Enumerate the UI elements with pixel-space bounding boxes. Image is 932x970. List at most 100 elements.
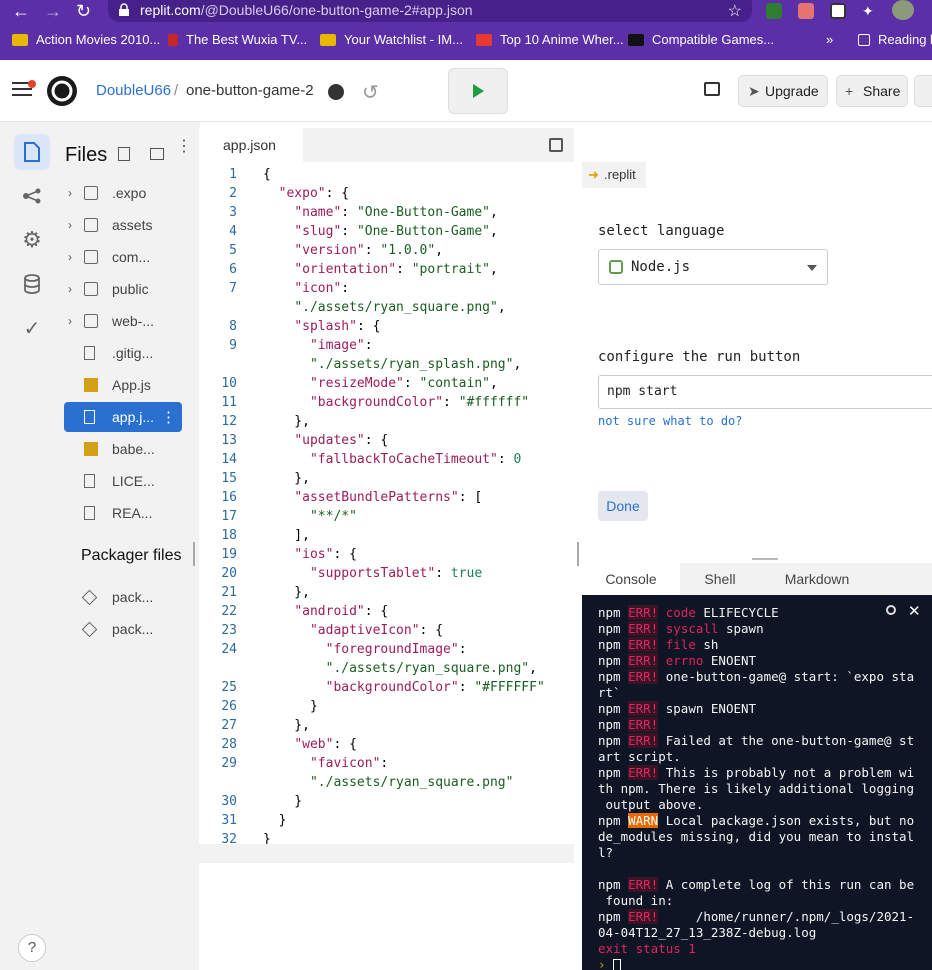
close-icon[interactable]: ✕ bbox=[908, 602, 921, 620]
line-text: "./assets/ryan_square.png" bbox=[309, 775, 514, 790]
reload-icon[interactable]: ↻ bbox=[76, 0, 91, 22]
search-icon[interactable] bbox=[886, 605, 896, 615]
file-name: app.j... bbox=[112, 409, 155, 425]
new-file-icon[interactable] bbox=[118, 147, 130, 161]
bookmarks-overflow[interactable]: » bbox=[826, 32, 833, 47]
line-text: "**/*" bbox=[309, 509, 357, 524]
star-icon[interactable]: ☆ bbox=[728, 1, 742, 21]
file-name: web-... bbox=[112, 313, 155, 329]
file-tree-item[interactable]: › .expo bbox=[64, 178, 184, 208]
line-number: 25 bbox=[221, 680, 237, 695]
run-button[interactable] bbox=[448, 68, 508, 114]
line-text: "foregroundImage": bbox=[325, 642, 467, 657]
tab-app-json[interactable]: app.json bbox=[199, 128, 303, 162]
log-level-badge: ERR! bbox=[628, 637, 659, 652]
username-link[interactable]: DoubleU66 bbox=[96, 82, 171, 99]
new-folder-icon[interactable] bbox=[150, 148, 164, 160]
history-icon[interactable]: ↺ bbox=[362, 80, 379, 105]
terminal-output[interactable]: ✕ npm ERR! code ELIFECYCLE npm ERR! sysca… bbox=[582, 595, 932, 970]
file-tree-item[interactable]: REA... bbox=[64, 498, 184, 528]
settings-icon[interactable]: ⚙ bbox=[14, 222, 50, 258]
log-level-badge: ERR! bbox=[628, 877, 659, 892]
line-number: 30 bbox=[221, 794, 237, 809]
forward-icon[interactable]: → bbox=[44, 0, 62, 22]
tab-markdown[interactable]: Markdown bbox=[760, 563, 874, 595]
share-button[interactable]: + Share bbox=[836, 75, 908, 107]
extension-icon[interactable] bbox=[798, 3, 814, 19]
file-tree-item[interactable]: › assets bbox=[64, 210, 184, 240]
line-number: 24 bbox=[221, 642, 237, 657]
file-tree-item[interactable]: › com... bbox=[64, 242, 184, 272]
overflow-label: » bbox=[826, 32, 834, 47]
check-icon[interactable]: ✓ bbox=[14, 310, 50, 346]
line-text: "adaptiveIcon": { bbox=[309, 623, 444, 638]
log-level-badge: ERR! bbox=[628, 621, 659, 636]
resize-handle[interactable] bbox=[193, 542, 195, 566]
share-graph-icon[interactable] bbox=[14, 178, 50, 214]
line-text: "fallbackToCacheTimeout": 0 bbox=[309, 452, 522, 467]
file-tree-item[interactable]: LICE... bbox=[64, 466, 184, 496]
database-icon[interactable] bbox=[14, 266, 50, 302]
code-editor[interactable]: app.json 1{2 "expo": {3 "name": "One-But… bbox=[199, 128, 574, 970]
terminal-line: npm ERR! This is probably not a problem … bbox=[598, 765, 915, 780]
extension-icon[interactable] bbox=[830, 3, 846, 19]
terminal-prompt[interactable]: › bbox=[598, 957, 622, 970]
repl-name[interactable]: one-button-game-2 bbox=[186, 82, 314, 99]
file-menu-icon[interactable]: ⋮ bbox=[161, 408, 176, 426]
line-number: 26 bbox=[221, 699, 237, 714]
files-icon[interactable] bbox=[14, 134, 50, 170]
address-bar[interactable]: replit.com/@DoubleU66/one-button-game-2#… bbox=[108, 0, 752, 22]
terminal-cursor[interactable] bbox=[613, 959, 622, 970]
help-button[interactable]: ? bbox=[18, 934, 46, 962]
run-command-input[interactable]: npm start bbox=[598, 375, 932, 409]
line-number: 16 bbox=[221, 490, 237, 505]
help-link[interactable]: not sure what to do? bbox=[598, 414, 743, 428]
file-tree-item[interactable]: .gitig... bbox=[64, 338, 184, 368]
file-icon bbox=[84, 506, 95, 520]
drag-handle[interactable] bbox=[752, 558, 778, 560]
bookmark[interactable]: Top 10 Anime Wher... bbox=[476, 32, 624, 47]
bookmark[interactable]: The Best Wuxia TV... bbox=[168, 32, 307, 47]
packager-file-item[interactable]: pack... bbox=[64, 614, 184, 644]
upgrade-button[interactable]: ➤ Upgrade bbox=[738, 75, 828, 107]
format-icon[interactable] bbox=[549, 138, 563, 152]
file-tree-item-active[interactable]: app.j... ⋮ bbox=[64, 402, 182, 432]
chat-icon[interactable] bbox=[704, 82, 720, 96]
tab-replit[interactable]: ➜ .replit bbox=[582, 162, 646, 188]
terminal-line: found in: bbox=[598, 893, 674, 908]
file-tree-item[interactable]: App.js bbox=[64, 370, 184, 400]
line-number: 29 bbox=[221, 756, 237, 771]
extension-icon[interactable] bbox=[766, 3, 782, 19]
terminal-line: art script. bbox=[598, 749, 681, 764]
replit-logo-icon[interactable] bbox=[46, 75, 78, 107]
editor-tab-bar: app.json bbox=[199, 128, 574, 162]
more-options-icon[interactable]: ⋮ bbox=[176, 139, 192, 155]
account-button[interactable] bbox=[914, 75, 932, 107]
bookmark[interactable]: Your Watchlist - IM... bbox=[320, 32, 463, 47]
packager-file-item[interactable]: pack... bbox=[64, 582, 184, 612]
line-number: 10 bbox=[221, 376, 237, 391]
language-select[interactable]: Node.js bbox=[598, 249, 828, 285]
file-tree-item[interactable]: › web-... bbox=[64, 306, 184, 336]
file-tree-item[interactable]: babe... bbox=[64, 434, 184, 464]
line-number: 20 bbox=[221, 566, 237, 581]
code-line: "./assets/ryan_square.png", bbox=[199, 298, 559, 317]
files-title: Files bbox=[65, 144, 108, 166]
add-user-icon: + bbox=[845, 83, 854, 99]
bookmark[interactable]: Action Movies 2010... bbox=[12, 32, 160, 47]
package-icon bbox=[81, 621, 98, 637]
puzzle-icon[interactable]: ✦ bbox=[862, 3, 878, 19]
done-button[interactable]: Done bbox=[598, 491, 648, 521]
resize-handle[interactable] bbox=[577, 542, 579, 566]
back-icon[interactable]: ← bbox=[12, 0, 30, 22]
file-tree-item[interactable]: › public bbox=[64, 274, 184, 304]
bookmark[interactable]: Compatible Games... bbox=[628, 32, 774, 47]
line-text: "ios": { bbox=[294, 547, 357, 562]
profile-avatar[interactable] bbox=[892, 0, 914, 20]
tab-shell[interactable]: Shell bbox=[682, 563, 758, 595]
tab-console[interactable]: Console bbox=[582, 563, 680, 595]
log-level-badge: ERR! bbox=[628, 765, 659, 780]
reading-list[interactable]: Reading li bbox=[858, 32, 932, 47]
terminal-line: th npm. There is likely additional loggi… bbox=[598, 781, 915, 796]
language-value: Node.js bbox=[631, 259, 691, 275]
